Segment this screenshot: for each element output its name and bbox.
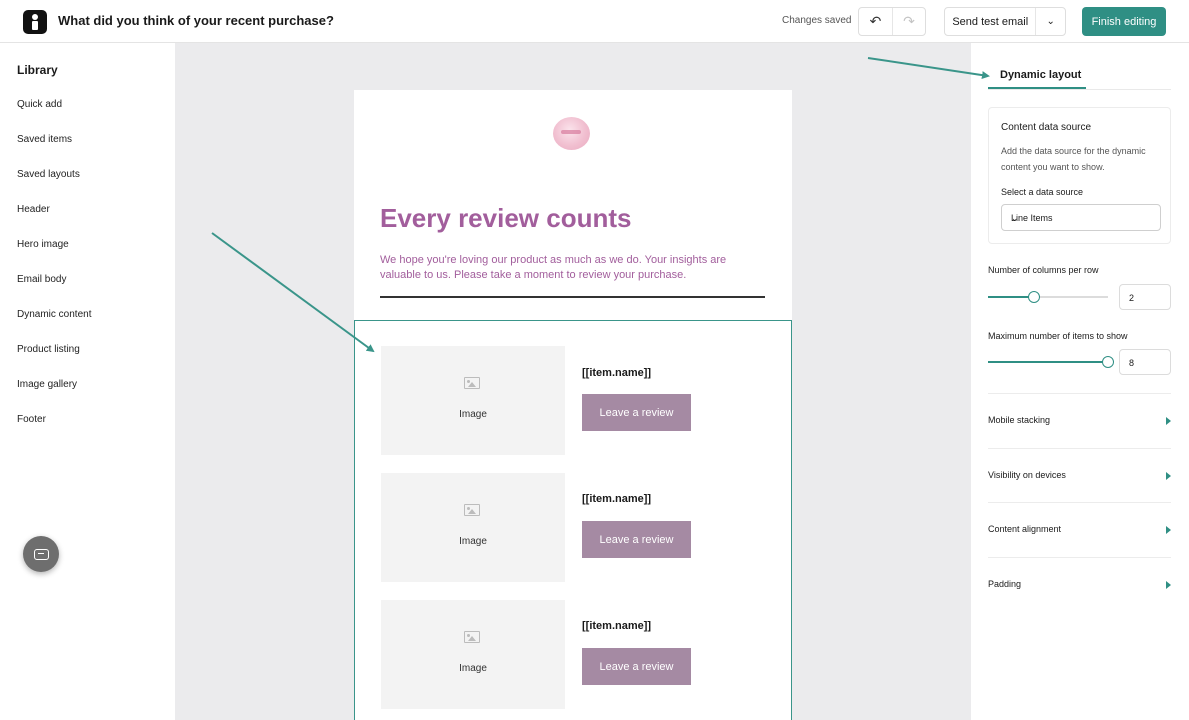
product-name[interactable]: [[item.name]] bbox=[582, 493, 651, 505]
app-logo-icon[interactable] bbox=[23, 10, 47, 34]
section-padding[interactable]: Padding bbox=[988, 557, 1171, 611]
image-caption: Image bbox=[459, 409, 487, 420]
chevron-down-icon[interactable]: ⌄ bbox=[1035, 8, 1065, 35]
library-sidebar: Library Quick add Saved items Saved layo… bbox=[0, 43, 175, 720]
image-icon bbox=[464, 377, 480, 389]
image-icon bbox=[464, 631, 480, 643]
columns-per-row-input[interactable]: 2 bbox=[1119, 284, 1171, 310]
data-source-description: Add the data source for the dynamic cont… bbox=[1001, 146, 1146, 172]
product-name[interactable]: [[item.name]] bbox=[582, 620, 651, 632]
save-status: Changes saved bbox=[782, 15, 852, 26]
data-source-select-label: Select a data source bbox=[1001, 187, 1084, 197]
max-items-slider[interactable] bbox=[988, 356, 1114, 368]
image-caption: Image bbox=[459, 536, 487, 547]
columns-per-row-value: 2 bbox=[1129, 293, 1135, 303]
library-title: Library bbox=[17, 63, 58, 77]
dynamic-content-block[interactable]: Image [[item.name]] Leave a review Image… bbox=[354, 320, 792, 720]
undo-redo-group: ↶ ↷ bbox=[858, 7, 926, 36]
product-image-placeholder[interactable]: Image bbox=[381, 473, 565, 582]
redo-icon[interactable]: ↷ bbox=[891, 8, 925, 35]
undo-icon[interactable]: ↶ bbox=[859, 8, 892, 35]
product-image-placeholder[interactable]: Image bbox=[381, 600, 565, 709]
slider-handle[interactable] bbox=[1102, 356, 1114, 368]
library-item-footer[interactable]: Footer bbox=[17, 414, 46, 425]
section-mobile-stacking[interactable]: Mobile stacking bbox=[988, 393, 1171, 447]
data-source-card: Content data source Add the data source … bbox=[988, 107, 1171, 244]
top-bar: What did you think of your recent purcha… bbox=[0, 0, 1189, 43]
chat-icon bbox=[33, 548, 49, 560]
library-item-quick-add[interactable]: Quick add bbox=[17, 99, 62, 110]
caret-right-icon bbox=[1166, 581, 1171, 589]
max-items-label: Maximum number of items to show bbox=[988, 331, 1128, 341]
max-items-value: 8 bbox=[1129, 358, 1135, 368]
divider-line[interactable] bbox=[380, 296, 765, 298]
product-image-placeholder[interactable]: Image bbox=[381, 346, 565, 455]
section-content-alignment[interactable]: Content alignment bbox=[988, 502, 1171, 556]
image-icon bbox=[464, 504, 480, 516]
image-caption: Image bbox=[459, 663, 487, 674]
columns-per-row-label: Number of columns per row bbox=[988, 265, 1099, 275]
library-item-email-body[interactable]: Email body bbox=[17, 274, 66, 285]
send-test-email-label[interactable]: Send test email bbox=[945, 8, 1035, 35]
data-source-select[interactable]: Line Items ⌄ bbox=[1001, 204, 1161, 231]
tab-dynamic-layout-label: Dynamic layout bbox=[1000, 69, 1082, 81]
email-canvas: Every review counts We hope you're lovin… bbox=[175, 43, 971, 720]
leave-review-button[interactable]: Leave a review bbox=[582, 648, 691, 685]
caret-right-icon bbox=[1166, 472, 1171, 480]
email-title[interactable]: What did you think of your recent purcha… bbox=[58, 13, 334, 28]
library-item-saved-layouts[interactable]: Saved layouts bbox=[17, 169, 80, 180]
slider-handle[interactable] bbox=[1027, 291, 1040, 303]
caret-right-icon bbox=[1166, 526, 1171, 534]
email-headline[interactable]: Every review counts bbox=[380, 203, 631, 234]
finish-editing-button[interactable]: Finish editing bbox=[1082, 7, 1166, 36]
panel-divider bbox=[988, 89, 1171, 90]
product-name[interactable]: [[item.name]] bbox=[582, 367, 651, 379]
section-visibility-on-devices[interactable]: Visibility on devices bbox=[988, 448, 1171, 502]
chevron-down-icon: ⌄ bbox=[1011, 213, 1019, 223]
section-content-alignment-label: Content alignment bbox=[988, 524, 1062, 534]
chat-support-button[interactable] bbox=[23, 536, 59, 572]
library-item-saved-items[interactable]: Saved items bbox=[17, 134, 72, 145]
tab-dynamic-layout[interactable]: Dynamic layout bbox=[988, 57, 1086, 89]
leave-review-button[interactable]: Leave a review bbox=[582, 521, 691, 558]
leave-review-button[interactable]: Leave a review bbox=[582, 394, 691, 431]
section-mobile-stacking-label: Mobile stacking bbox=[988, 415, 1051, 425]
library-item-hero-image[interactable]: Hero image bbox=[17, 239, 69, 250]
library-item-header[interactable]: Header bbox=[17, 204, 50, 215]
settings-panel: Dynamic layout Content data source Add t… bbox=[971, 43, 1189, 720]
email-intro-text[interactable]: We hope you're loving our product as muc… bbox=[380, 253, 760, 283]
send-test-email-button: Send test email ⌄ bbox=[944, 7, 1066, 36]
section-padding-label: Padding bbox=[988, 579, 1022, 589]
max-items-input[interactable]: 8 bbox=[1119, 349, 1171, 375]
columns-per-row-slider[interactable] bbox=[988, 291, 1108, 303]
data-source-title: Content data source bbox=[1001, 122, 1092, 133]
email-preview: Every review counts We hope you're lovin… bbox=[354, 90, 792, 720]
section-visibility-label: Visibility on devices bbox=[988, 470, 1066, 480]
caret-right-icon bbox=[1166, 417, 1171, 425]
library-item-product-listing[interactable]: Product listing bbox=[17, 344, 80, 355]
brand-logo[interactable] bbox=[553, 117, 590, 150]
library-item-image-gallery[interactable]: Image gallery bbox=[17, 379, 77, 390]
library-item-dynamic-content[interactable]: Dynamic content bbox=[17, 309, 91, 320]
